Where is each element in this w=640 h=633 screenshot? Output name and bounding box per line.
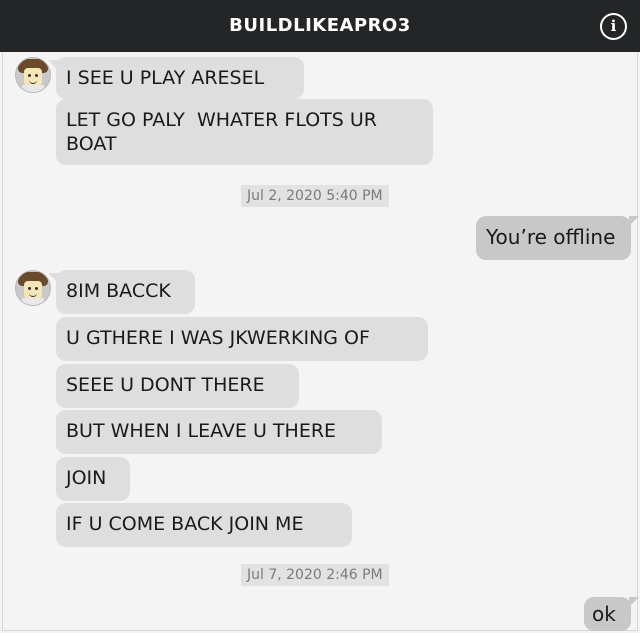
avatar-eye	[35, 74, 38, 77]
message-timestamp: Jul 7, 2020 2:46 PM	[241, 564, 389, 586]
avatar-eye	[28, 287, 31, 290]
avatar-eye	[28, 74, 31, 77]
chat-window[interactable]: I SEE U PLAY ARESEL LET GO PALY WHATER F…	[2, 52, 639, 631]
sender-avatar[interactable]	[15, 57, 51, 93]
incoming-message: LET GO PALY WHATER FLOTS UR BOAT	[56, 99, 433, 165]
incoming-message: JOIN	[56, 457, 130, 501]
avatar-shirt	[22, 85, 44, 92]
sender-avatar[interactable]	[15, 270, 51, 306]
info-icon[interactable]: i	[600, 13, 627, 40]
avatar-shirt	[22, 298, 44, 305]
incoming-message: U GTHERE I WAS JKWERKING OF	[56, 317, 428, 361]
chat-header: BUILDLIKEAPRO3 i	[0, 0, 640, 52]
bubble-tail	[629, 216, 639, 226]
outgoing-message: ok	[584, 597, 631, 631]
incoming-message: 8IM BACCK	[56, 270, 195, 314]
message-timestamp: Jul 2, 2020 5:40 PM	[241, 185, 389, 207]
incoming-message: BUT WHEN I LEAVE U THERE	[56, 410, 382, 454]
bubble-tail	[629, 597, 639, 607]
incoming-message: I SEE U PLAY ARESEL	[56, 57, 304, 99]
incoming-message: IF U COME BACK JOIN ME	[56, 503, 352, 547]
avatar-eye	[35, 287, 38, 290]
outgoing-message: You’re offline	[476, 216, 631, 260]
contact-name[interactable]: BUILDLIKEAPRO3	[0, 0, 640, 52]
incoming-message: SEEE U DONT THERE	[56, 364, 299, 408]
